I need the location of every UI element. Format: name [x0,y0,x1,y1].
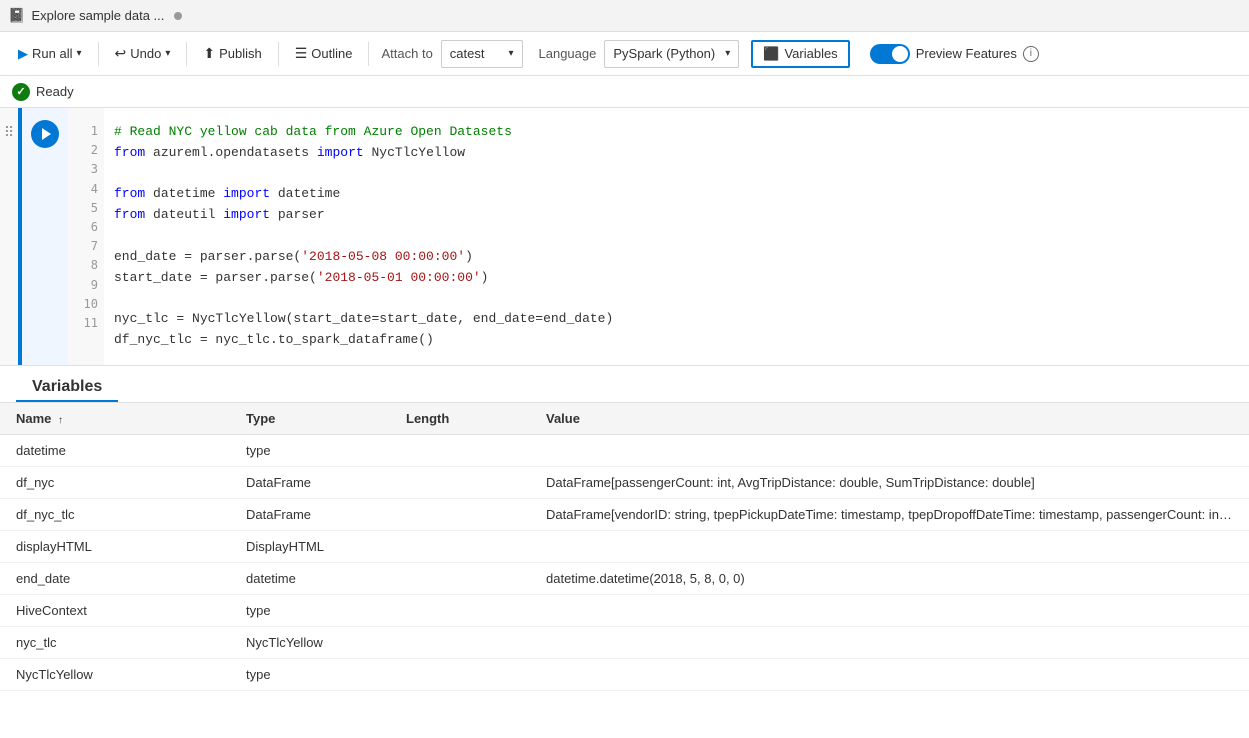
var-name: displayHTML [16,539,246,554]
toggle-track[interactable] [870,44,910,64]
variables-button[interactable]: ⬛ Variables [751,40,849,68]
language-dropdown[interactable]: PySpark (Python) ▾ [604,40,739,68]
col-header-length[interactable]: Length [406,411,546,426]
sort-asc-icon: ↑ [58,415,63,426]
var-name: NycTlcYellow [16,667,246,682]
var-name: df_nyc [16,475,246,490]
code-cell: ⠿ 1 2 3 4 5 6 7 8 9 10 11 # Read NYC yel… [0,108,1249,366]
var-value: datetime.datetime(2018, 5, 8, 0, 0) [546,571,1233,586]
var-type: type [246,443,406,458]
status-check-icon: ✓ [12,83,30,101]
var-type: DisplayHTML [246,539,406,554]
var-type: DataFrame [246,475,406,490]
undo-icon: ↩ [115,45,127,62]
var-name: end_date [16,571,246,586]
col-header-value: Value [546,411,1233,426]
var-name: df_nyc_tlc [16,507,246,522]
var-type: type [246,667,406,682]
table-row: nyc_tlc NycTlcYellow [0,627,1249,659]
line-numbers: 1 2 3 4 5 6 7 8 9 10 11 [68,108,104,365]
outline-icon: ☰ [295,45,308,62]
title-bar: 📓 Explore sample data ... [0,0,1249,32]
attach-to-label: Attach to [377,46,436,61]
title-bar-text: Explore sample data ... [31,8,164,23]
separator-3 [278,42,279,66]
table-row: datetime type [0,435,1249,467]
separator-4 [368,42,369,66]
variables-panel-title: Variables [16,366,118,402]
var-type: datetime [246,571,406,586]
publish-button[interactable]: ⬆ Publish [195,41,269,66]
table-row: NycTlcYellow type [0,659,1249,691]
undo-chevron-icon: ▾ [165,48,170,59]
info-icon[interactable]: i [1023,46,1039,62]
cell-drag-handle[interactable]: ⠿ [0,108,18,365]
cell-run-button[interactable] [31,120,59,148]
status-bar: ✓ Ready [0,76,1249,108]
language-label: Language [535,46,601,61]
table-row: df_nyc_tlc DataFrame DataFrame[vendorID:… [0,499,1249,531]
var-type: DataFrame [246,507,406,522]
var-value: DataFrame[passengerCount: int, AvgTripDi… [546,475,1233,490]
undo-button[interactable]: ↩ Undo ▾ [107,41,179,66]
table-row: end_date datetime datetime.datetime(2018… [0,563,1249,595]
variables-table-body: datetime type df_nyc DataFrame DataFrame… [0,435,1249,691]
var-type: NycTlcYellow [246,635,406,650]
table-row: HiveContext type [0,595,1249,627]
attach-to-chevron-icon: ▾ [508,48,513,59]
col-header-type[interactable]: Type [246,411,406,426]
run-all-chevron-icon: ▾ [76,48,81,59]
var-value: DataFrame[vendorID: string, tpepPickupDa… [546,507,1233,522]
table-row: df_nyc DataFrame DataFrame[passengerCoun… [0,467,1249,499]
toolbar: ▶ Run all ▾ ↩ Undo ▾ ⬆ Publish ☰ Outline… [0,32,1249,76]
run-all-icon: ▶ [18,46,28,62]
status-text: Ready [36,84,74,99]
outline-button[interactable]: ☰ Outline [287,41,361,66]
code-editor[interactable]: # Read NYC yellow cab data from Azure Op… [104,108,1249,365]
attach-to-dropdown[interactable]: catest ▾ [441,40,523,68]
var-name: nyc_tlc [16,635,246,650]
separator-1 [98,42,99,66]
language-chevron-icon: ▾ [725,48,730,59]
variables-section: Variables Name ↑ Type Length Value datet… [0,366,1249,691]
cell-run-button-area [22,108,68,365]
toggle-thumb [892,46,908,62]
table-row: displayHTML DisplayHTML [0,531,1249,563]
unsaved-dot [174,12,182,20]
var-type: type [246,603,406,618]
variables-icon: ⬛ [763,46,779,62]
variables-table-header: Name ↑ Type Length Value [0,403,1249,435]
col-header-name[interactable]: Name ↑ [16,411,246,426]
var-name: datetime [16,443,246,458]
var-name: HiveContext [16,603,246,618]
preview-features-toggle[interactable]: Preview Features i [870,44,1039,64]
run-all-button[interactable]: ▶ Run all ▾ [10,42,90,66]
publish-icon: ⬆ [203,45,215,62]
notebook-icon: 📓 [8,7,25,24]
separator-2 [186,42,187,66]
